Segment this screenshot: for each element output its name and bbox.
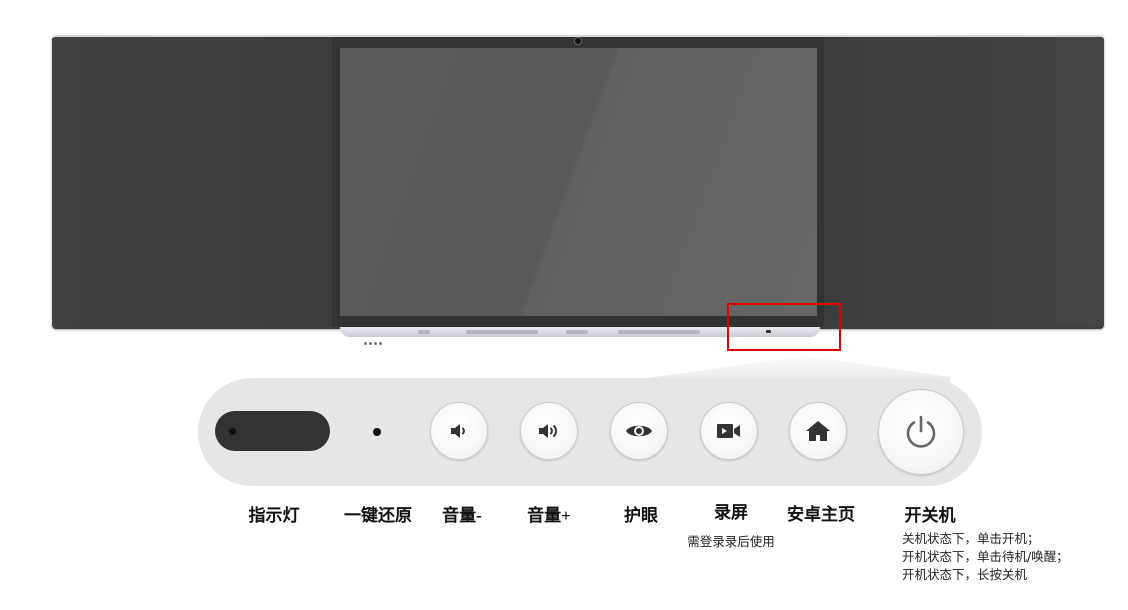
eye-care-label: 护眼 xyxy=(624,506,658,525)
eye-care-button[interactable] xyxy=(610,402,668,460)
bar-slot xyxy=(618,330,700,334)
power-label: 开关机 xyxy=(904,506,956,525)
indicator-label: 指示灯 xyxy=(248,506,300,525)
power-note: 开机状态下，单击待机/唤醒； xyxy=(902,549,1069,564)
record-note: 需登录录后使用 xyxy=(687,534,775,549)
power-icon xyxy=(906,415,936,448)
bar-slot xyxy=(466,330,538,334)
camera-icon xyxy=(574,37,582,45)
record-label: 录屏 xyxy=(714,503,748,522)
power-note: 关机状态下，单击开机； xyxy=(902,531,1040,546)
reset-button[interactable] xyxy=(373,428,381,436)
volume-down-label: 音量- xyxy=(442,506,482,525)
eye-icon xyxy=(626,425,652,437)
highlight-box xyxy=(727,303,841,351)
indicator-dot xyxy=(229,428,236,435)
volume-down-button[interactable] xyxy=(430,402,488,460)
volume-up-button[interactable] xyxy=(520,402,578,460)
home-label: 安卓主页 xyxy=(787,505,855,524)
volume-up-icon xyxy=(539,424,557,438)
android-home-button[interactable] xyxy=(789,402,847,460)
reset-label: 一键还原 xyxy=(344,506,412,525)
left-writing-panel xyxy=(52,37,332,327)
volume-up-label: 音量+ xyxy=(527,506,571,525)
bar-slot xyxy=(418,330,430,334)
right-writing-panel xyxy=(824,37,1104,327)
home-icon xyxy=(806,421,830,441)
bar-dots xyxy=(364,330,386,345)
volume-down-icon xyxy=(451,424,465,438)
bar-slot xyxy=(566,330,588,334)
record-button[interactable] xyxy=(700,402,758,460)
power-notes: 关机状态下，单击开机； 开机状态下，单击待机/唤醒； 开机状态下，长按关机 xyxy=(902,530,1069,584)
power-button[interactable] xyxy=(878,389,964,475)
power-note: 开机状态下，长按关机 xyxy=(902,567,1028,582)
video-camera-icon xyxy=(717,424,740,438)
display-screen xyxy=(340,48,817,316)
